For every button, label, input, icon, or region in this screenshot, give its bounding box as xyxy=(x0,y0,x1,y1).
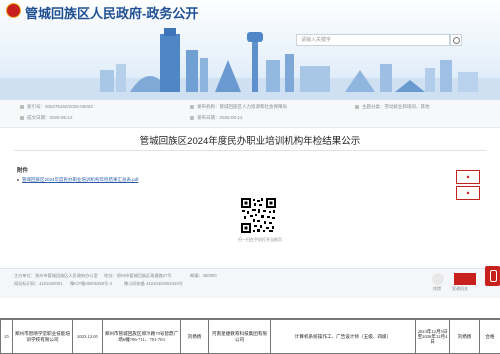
footer-address: 地址：郑州市管城回族区政通路27号 xyxy=(104,273,172,279)
find-error-badge-icon[interactable] xyxy=(432,273,444,285)
meta-bullet-icon xyxy=(20,116,24,120)
footer-icp[interactable]: 豫ICP备05005358号-3 xyxy=(70,281,112,287)
meta-written-date: 成文日期：2025-06-12 xyxy=(20,115,73,121)
title-divider xyxy=(14,150,486,151)
badge-caption: 找错 xyxy=(433,286,441,292)
inspection-result: 合格 xyxy=(480,320,500,354)
record-table-strip: 25 郑州市智晴学堂职业技能培训学校有限公司 2023.12.05 郑州市管城回… xyxy=(0,318,500,353)
site-header: 管城回族区人民政府-政务公开 请输入关键字 xyxy=(0,0,500,100)
search-icon[interactable] xyxy=(450,34,462,46)
organizer: 河南星捷教育科技集团有限公司 xyxy=(209,320,271,354)
footer-police-record[interactable]: 豫公网安备 41010402002349号 xyxy=(124,281,183,287)
school-name: 郑州市智晴学堂职业技能培训学校有限公司 xyxy=(13,320,73,354)
footer-site-code: 网站标识码：4101040001 xyxy=(14,281,62,287)
site-footer: 主办单位：郑州市管城回族区人民政府办公室 地址：郑州市管城回族区政通路27号 邮… xyxy=(0,268,500,298)
footer-host: 主办单位：郑州市管城回族区人民政府办公室 xyxy=(14,273,98,279)
footer-postal: 邮编：450000 xyxy=(190,273,217,279)
legal-representative: 刘扬扬 xyxy=(181,320,209,354)
national-emblem-icon xyxy=(6,3,21,18)
meta-index: 索引号：005275160/2025-00034 xyxy=(20,104,93,110)
meta-topic: 主题分类：劳动就业和培训、其他 xyxy=(355,104,430,110)
school-address: 郑州市管城回族区郑汴路79号智鼎广场6幢706-711、701-703 xyxy=(103,320,181,354)
meta-publish-date: 发布日期：2025-06-12 xyxy=(190,115,243,121)
meta-bullet-icon xyxy=(20,105,24,109)
share-wechat-icon[interactable]: ◆ xyxy=(456,170,480,184)
share-weibo-icon[interactable]: ◆ xyxy=(456,186,480,200)
badge-caption: 党政机关 xyxy=(452,286,468,292)
qr-code-icon xyxy=(240,197,277,234)
row-number: 25 xyxy=(1,320,13,354)
approval-date: 2023.12.05 xyxy=(73,320,103,354)
document-meta: 索引号：005275160/2025-00034 发布机构：管城回族区人力资源和… xyxy=(0,100,500,128)
license-validity: 2023年12月5日至2026年12月4日 xyxy=(416,320,450,354)
city-skyline-banner xyxy=(0,20,500,100)
table-row: 25 郑州市智晴学堂职业技能培训学校有限公司 2023.12.05 郑州市管城回… xyxy=(1,320,500,354)
record-table: 25 郑州市智晴学堂职业技能培训学校有限公司 2023.12.05 郑州市管城回… xyxy=(0,319,500,354)
accessibility-icon[interactable] xyxy=(485,266,500,286)
attachment-link[interactable]: 管城回族区2024年度民办职业培训机构年检结果汇总表.pdf xyxy=(22,177,139,183)
site-title[interactable]: 管城回族区人民政府-政务公开 xyxy=(25,3,198,22)
meta-bullet-icon xyxy=(190,116,194,120)
training-program: 计算机系统操作工、广告设计师（五级、四级） xyxy=(271,320,416,354)
qr-caption: 扫一扫在手机打开当前页 xyxy=(220,237,300,243)
search-input[interactable]: 请输入关键字 xyxy=(296,34,450,46)
page: 管城回族区人民政府-政务公开 请输入关键字 索引号：005275160/2025… xyxy=(0,0,500,353)
meta-bullet-icon xyxy=(190,105,194,109)
party-government-badge-icon[interactable] xyxy=(454,273,476,285)
attachment-label: 附件 xyxy=(17,166,28,174)
bullet-icon xyxy=(17,179,19,181)
meta-publisher: 发布机构：管城回族区人力资源和社会保障局 xyxy=(190,104,287,110)
meta-bullet-icon xyxy=(355,105,359,109)
principal: 刘扬扬 xyxy=(450,320,480,354)
page-title: 管城回族区2024年度民办职业培训机构年检结果公示 xyxy=(0,133,500,147)
